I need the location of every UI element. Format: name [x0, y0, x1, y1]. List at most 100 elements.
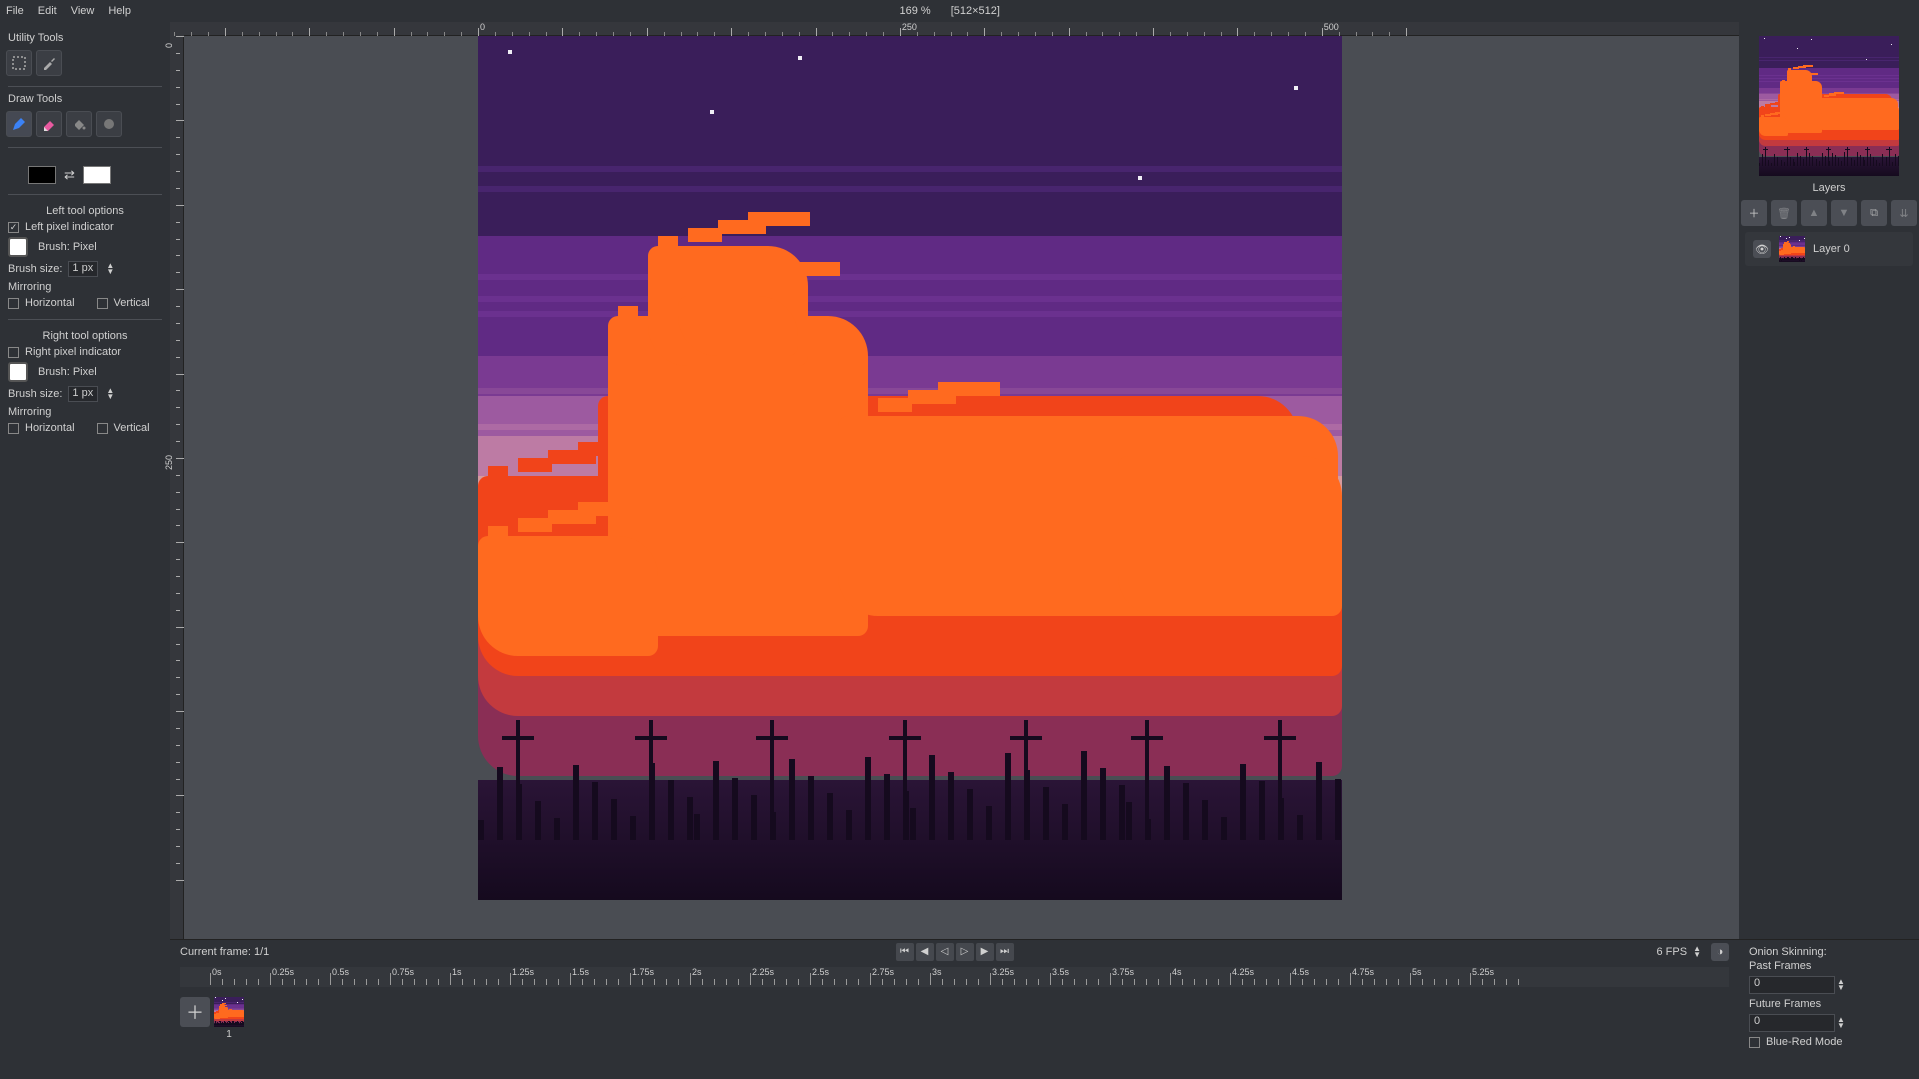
merge-layer-button[interactable]: ⇊	[1891, 200, 1917, 226]
onion-past-spinner[interactable]: ▲▼	[1837, 979, 1845, 991]
right-mirror-v-label: Vertical	[114, 422, 150, 434]
delete-layer-button[interactable]: 🗑	[1771, 200, 1797, 226]
onion-future-label: Future Frames	[1749, 998, 1909, 1010]
pencil-tool[interactable]	[6, 111, 32, 137]
left-brush-size-spinner[interactable]: ▲▼	[106, 263, 114, 275]
right-brush-size-label: Brush size:	[8, 388, 62, 400]
ruler-corner	[170, 22, 184, 36]
blue-red-mode-checkbox[interactable]	[1749, 1037, 1760, 1048]
bucket-tool[interactable]	[66, 111, 92, 137]
bucket-icon	[71, 116, 87, 132]
right-panel: Layers ＋ 🗑 ▲ ▼ ⧉ ⇊ 👁 Layer 0	[1739, 22, 1919, 1079]
marquee-icon	[11, 55, 27, 71]
layer-name: Layer 0	[1813, 243, 1850, 255]
first-frame-button[interactable]: ⏮	[896, 943, 914, 961]
left-color-swatch[interactable]	[28, 166, 56, 184]
frame-item[interactable]: 1	[214, 997, 244, 1040]
left-pixel-indicator-label: Left pixel indicator	[25, 221, 114, 233]
timeline-ruler[interactable]: 0s0.25s0.5s0.75s1s1.25s1.5s1.75s2s2.25s2…	[180, 967, 1729, 987]
menu-file[interactable]: File	[6, 5, 24, 17]
left-brush-preview[interactable]	[8, 237, 28, 257]
trash-icon: 🗑	[1777, 207, 1791, 220]
right-tool-options-title: Right tool options	[6, 330, 164, 342]
fps-value[interactable]: 6 FPS	[1657, 946, 1688, 958]
onion-icon: ◑	[1717, 946, 1724, 958]
right-pixel-indicator-checkbox[interactable]	[8, 347, 19, 358]
onion-skin-toggle[interactable]: ◑	[1711, 943, 1729, 961]
last-frame-button[interactable]: ⏭	[996, 943, 1014, 961]
layer-visibility-toggle[interactable]: 👁	[1753, 240, 1771, 258]
left-mirror-v-checkbox[interactable]	[97, 298, 108, 309]
eyedropper-icon	[41, 55, 57, 71]
current-frame-label: Current frame: 1/1	[180, 946, 269, 958]
play-backward-button[interactable]: ◁	[936, 943, 954, 961]
right-mirror-h-checkbox[interactable]	[8, 423, 19, 434]
onion-future-spinner[interactable]: ▲▼	[1837, 1017, 1845, 1029]
draw-tools-title: Draw Tools	[8, 93, 164, 105]
eye-icon: 👁	[1755, 243, 1769, 256]
eraser-icon	[41, 116, 57, 132]
canvas-viewport[interactable]	[184, 36, 1739, 939]
ruler-horizontal[interactable]: 0250500	[184, 22, 1739, 36]
shade-tool[interactable]	[96, 111, 122, 137]
timeline: Current frame: 1/1 ⏮ ◀ ◁ ▷ ▶ ⏭ 6 FPS ▲▼ …	[170, 939, 1739, 1079]
circle-icon	[101, 116, 117, 132]
layers-title: Layers	[1739, 182, 1919, 194]
menu-view[interactable]: View	[71, 5, 95, 17]
play-forward-button[interactable]: ▷	[956, 943, 974, 961]
playback-controls: ⏮ ◀ ◁ ▷ ▶ ⏭	[896, 943, 1014, 961]
chevron-down-icon: ▼	[1839, 207, 1850, 219]
canvas-dimensions: [512×512]	[951, 5, 1000, 17]
next-frame-button[interactable]: ▶	[976, 943, 994, 961]
right-brush-size-spinner[interactable]: ▲▼	[106, 388, 114, 400]
pencil-icon	[11, 116, 27, 132]
right-brush-preview[interactable]	[8, 362, 28, 382]
ruler-vertical[interactable]: 0250	[170, 36, 184, 939]
layer-thumbnail	[1779, 236, 1805, 262]
onion-past-label: Past Frames	[1749, 960, 1909, 972]
right-color-swatch[interactable]	[83, 166, 111, 184]
layer-row[interactable]: 👁 Layer 0	[1745, 232, 1913, 266]
canvas-area: 0250500 0250	[170, 22, 1739, 939]
left-brush-size-label: Brush size:	[8, 263, 62, 275]
onion-skinning-panel: Onion Skinning: Past Frames 0 ▲▼ Future …	[1739, 939, 1919, 1079]
duplicate-layer-button[interactable]: ⧉	[1861, 200, 1887, 226]
left-pixel-indicator-checkbox[interactable]: ✓	[8, 222, 19, 233]
right-mirroring-label: Mirroring	[8, 406, 51, 418]
canvas-info: 169 % [512×512]	[900, 0, 1000, 22]
move-layer-up-button[interactable]: ▲	[1801, 200, 1827, 226]
onion-future-input[interactable]: 0	[1749, 1014, 1835, 1032]
canvas-artwork[interactable]	[478, 36, 1342, 900]
frame-number: 1	[214, 1029, 244, 1040]
zoom-level: 169 %	[900, 5, 931, 17]
menu-edit[interactable]: Edit	[38, 5, 57, 17]
color-picker-tool[interactable]	[36, 50, 62, 76]
left-brush-size-input[interactable]: 1 px	[68, 261, 98, 277]
menu-help[interactable]: Help	[108, 5, 131, 17]
move-layer-down-button[interactable]: ▼	[1831, 200, 1857, 226]
left-mirror-h-checkbox[interactable]	[8, 298, 19, 309]
left-tool-options-title: Left tool options	[6, 205, 164, 217]
right-pixel-indicator-label: Right pixel indicator	[25, 346, 121, 358]
left-mirroring-label: Mirroring	[8, 281, 51, 293]
chevron-up-icon: ▲	[1809, 207, 1820, 219]
preview-box[interactable]	[1759, 36, 1899, 176]
select-tool[interactable]	[6, 50, 32, 76]
merge-icon: ⇊	[1899, 207, 1908, 220]
add-frame-button[interactable]: ＋	[180, 997, 210, 1027]
fps-spinner[interactable]: ▲▼	[1693, 946, 1701, 958]
onion-past-input[interactable]: 0	[1749, 976, 1835, 994]
toolbox: Utility Tools Draw Tools ⇄ Left tool opt…	[0, 22, 170, 1079]
right-brush-size-input[interactable]: 1 px	[68, 386, 98, 402]
swap-colors-icon[interactable]: ⇄	[64, 167, 75, 183]
add-layer-button[interactable]: ＋	[1741, 200, 1767, 226]
left-mirror-v-label: Vertical	[114, 297, 150, 309]
blue-red-mode-label: Blue-Red Mode	[1766, 1036, 1842, 1048]
onion-title: Onion Skinning:	[1749, 946, 1909, 958]
right-brush-label: Brush: Pixel	[38, 366, 97, 378]
copy-icon: ⧉	[1870, 207, 1878, 220]
right-mirror-v-checkbox[interactable]	[97, 423, 108, 434]
utility-tools-title: Utility Tools	[8, 32, 164, 44]
eraser-tool[interactable]	[36, 111, 62, 137]
prev-frame-button[interactable]: ◀	[916, 943, 934, 961]
